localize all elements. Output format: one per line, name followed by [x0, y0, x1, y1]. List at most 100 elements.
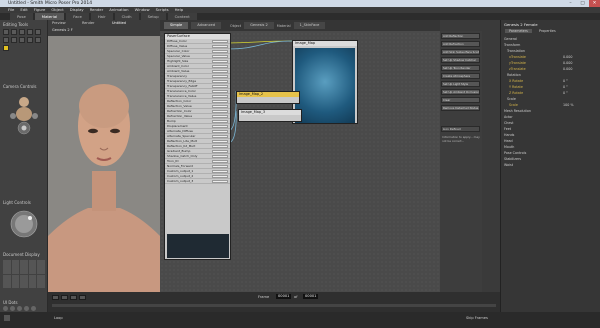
display-style-button[interactable] — [20, 260, 28, 274]
tab-properties[interactable]: Properties — [535, 29, 560, 33]
param-group-pose-controls[interactable]: Pose Controls — [504, 151, 526, 155]
clear-button[interactable]: Clear — [441, 97, 480, 103]
play-button[interactable] — [52, 295, 59, 300]
display-style-button[interactable] — [20, 274, 28, 288]
param-group-waist[interactable]: Waist — [504, 163, 513, 167]
param-ztranslate-value[interactable]: 0.000 — [563, 67, 572, 71]
param-group-rotation[interactable]: Rotation — [507, 73, 521, 77]
document-viewport[interactable]: Preview Render Untitled Genesis 2 F Main… — [48, 20, 160, 292]
param-group-feet[interactable]: Feet — [504, 127, 511, 131]
rotate-tool-icon[interactable] — [3, 29, 9, 35]
image-map-2-node[interactable]: Image_Map_2 — [236, 91, 300, 104]
color-swatch[interactable] — [212, 100, 228, 103]
minimize-button[interactable]: – — [565, 0, 576, 7]
shadow-catcher-button[interactable]: Set Up Shadow Catcher — [441, 57, 480, 63]
remove-detached-button[interactable]: Remove Detached Nodes — [441, 105, 480, 111]
close-button[interactable]: ✕ — [589, 0, 600, 7]
tab-cloth[interactable]: Cloth — [114, 13, 139, 20]
param-xrotate-value[interactable]: 0 ° — [563, 79, 568, 83]
property-row[interactable]: Custom_output_3 — [165, 179, 230, 184]
param-group-stabilizers[interactable]: Stabilizers — [504, 157, 521, 161]
display-style-button[interactable] — [28, 260, 37, 274]
value-field[interactable] — [212, 95, 228, 98]
param-group-actor[interactable]: Actor — [504, 115, 513, 119]
display-style-button[interactable] — [11, 260, 20, 274]
param-group-translation[interactable]: Translation — [507, 49, 525, 53]
param-xrotate[interactable]: X Rotate — [509, 79, 523, 83]
morphing-tool-icon[interactable] — [35, 37, 41, 43]
color-swatch[interactable] — [212, 50, 228, 53]
color-tool-icon[interactable] — [11, 37, 17, 43]
light-style-button[interactable]: Set Up Light Style — [441, 81, 480, 87]
add-reflection-button[interactable]: Add Reflection — [441, 33, 480, 39]
display-style-button[interactable] — [3, 274, 11, 288]
ui-dot[interactable] — [17, 306, 22, 311]
tab-simple[interactable]: Simple — [164, 22, 189, 29]
value-field[interactable] — [212, 75, 228, 78]
add-sss-button[interactable]: Add Skin Subsurface Scattering — [441, 49, 480, 55]
chain-break-icon[interactable] — [3, 37, 9, 43]
param-group-transform[interactable]: Transform — [504, 43, 520, 47]
camera-controls-icon[interactable] — [6, 92, 42, 136]
color-swatch[interactable] — [212, 40, 228, 43]
color-swatch[interactable] — [212, 90, 228, 93]
display-style-button[interactable] — [11, 274, 20, 288]
param-scale[interactable]: Scale — [509, 103, 518, 107]
total-frames-field[interactable]: 00001 — [303, 294, 319, 299]
checkbox[interactable] — [212, 155, 228, 158]
timeline-slider[interactable] — [52, 304, 496, 307]
param-ztranslate[interactable]: zTranslate — [509, 67, 526, 71]
ambient-occlusion-button[interactable]: Set Up Ambient Occlusion — [441, 89, 480, 95]
value-field[interactable] — [212, 180, 228, 183]
param-group-general[interactable]: General — [504, 37, 517, 41]
ui-dot[interactable] — [10, 306, 15, 311]
param-yrotate[interactable]: Y Rotate — [509, 85, 523, 89]
taper-tool-icon[interactable] — [35, 29, 41, 35]
next-frame-button[interactable] — [79, 295, 86, 300]
param-group-chest[interactable]: Chest — [504, 121, 513, 125]
view-magnifier-icon[interactable] — [27, 37, 33, 43]
tab-face[interactable]: Face — [66, 13, 89, 20]
param-scale-value[interactable]: 100 % — [563, 103, 573, 107]
param-group-hands[interactable]: Hands — [504, 133, 514, 137]
tab-hair[interactable]: Hair — [90, 13, 113, 20]
object-dropdown[interactable]: Genesis 2 — [244, 22, 274, 29]
keyframes-button[interactable] — [4, 315, 10, 321]
tab-advanced[interactable]: Advanced — [191, 22, 222, 29]
value-field[interactable] — [212, 105, 228, 108]
toon-render-button[interactable]: Set Up Toon Render — [441, 65, 480, 71]
display-style-button[interactable] — [28, 274, 37, 288]
wacros-dropdown[interactable]: Lion Defined — [441, 126, 480, 132]
tab-pose[interactable]: Pose — [10, 13, 33, 20]
param-xtranslate-value[interactable]: 0.000 — [563, 55, 572, 59]
add-refraction-button[interactable]: Add Refraction — [441, 41, 480, 47]
document-tab[interactable]: Untitled — [112, 21, 126, 25]
param-group-mesh[interactable]: Mesh Resolution — [504, 109, 531, 113]
value-field[interactable] — [212, 135, 228, 138]
param-group-mouth[interactable]: Mouth — [504, 145, 514, 149]
light-controls-icon[interactable] — [8, 208, 40, 240]
create-atmosphere-button[interactable]: Create Atmosphere — [441, 73, 480, 79]
current-frame-field[interactable]: 00001 — [276, 294, 292, 299]
maximize-button[interactable]: □ — [577, 0, 588, 7]
render-tab[interactable]: Render — [82, 21, 94, 25]
param-zrotate-value[interactable]: 0 ° — [563, 91, 568, 95]
twist-tool-icon[interactable] — [11, 29, 17, 35]
scale-tool-icon[interactable] — [27, 29, 33, 35]
color-swatch[interactable] — [212, 110, 228, 113]
checkbox[interactable] — [212, 140, 228, 143]
value-field[interactable] — [212, 60, 228, 63]
value-field[interactable] — [212, 170, 228, 173]
value-field[interactable] — [212, 120, 228, 123]
value-field[interactable] — [212, 45, 228, 48]
tab-material[interactable]: Material — [34, 13, 65, 20]
prev-frame-button[interactable] — [70, 295, 77, 300]
figure-selector[interactable]: Genesis 2 F — [52, 28, 73, 32]
param-yrotate-value[interactable]: 0 ° — [563, 85, 568, 89]
ui-dot[interactable] — [24, 306, 29, 311]
value-field[interactable] — [212, 80, 228, 83]
selection-tool-icon[interactable] — [3, 45, 9, 51]
display-style-button[interactable] — [37, 274, 45, 288]
skip-frames-toggle[interactable]: Skip Frames — [466, 316, 488, 320]
value-field[interactable] — [212, 130, 228, 133]
